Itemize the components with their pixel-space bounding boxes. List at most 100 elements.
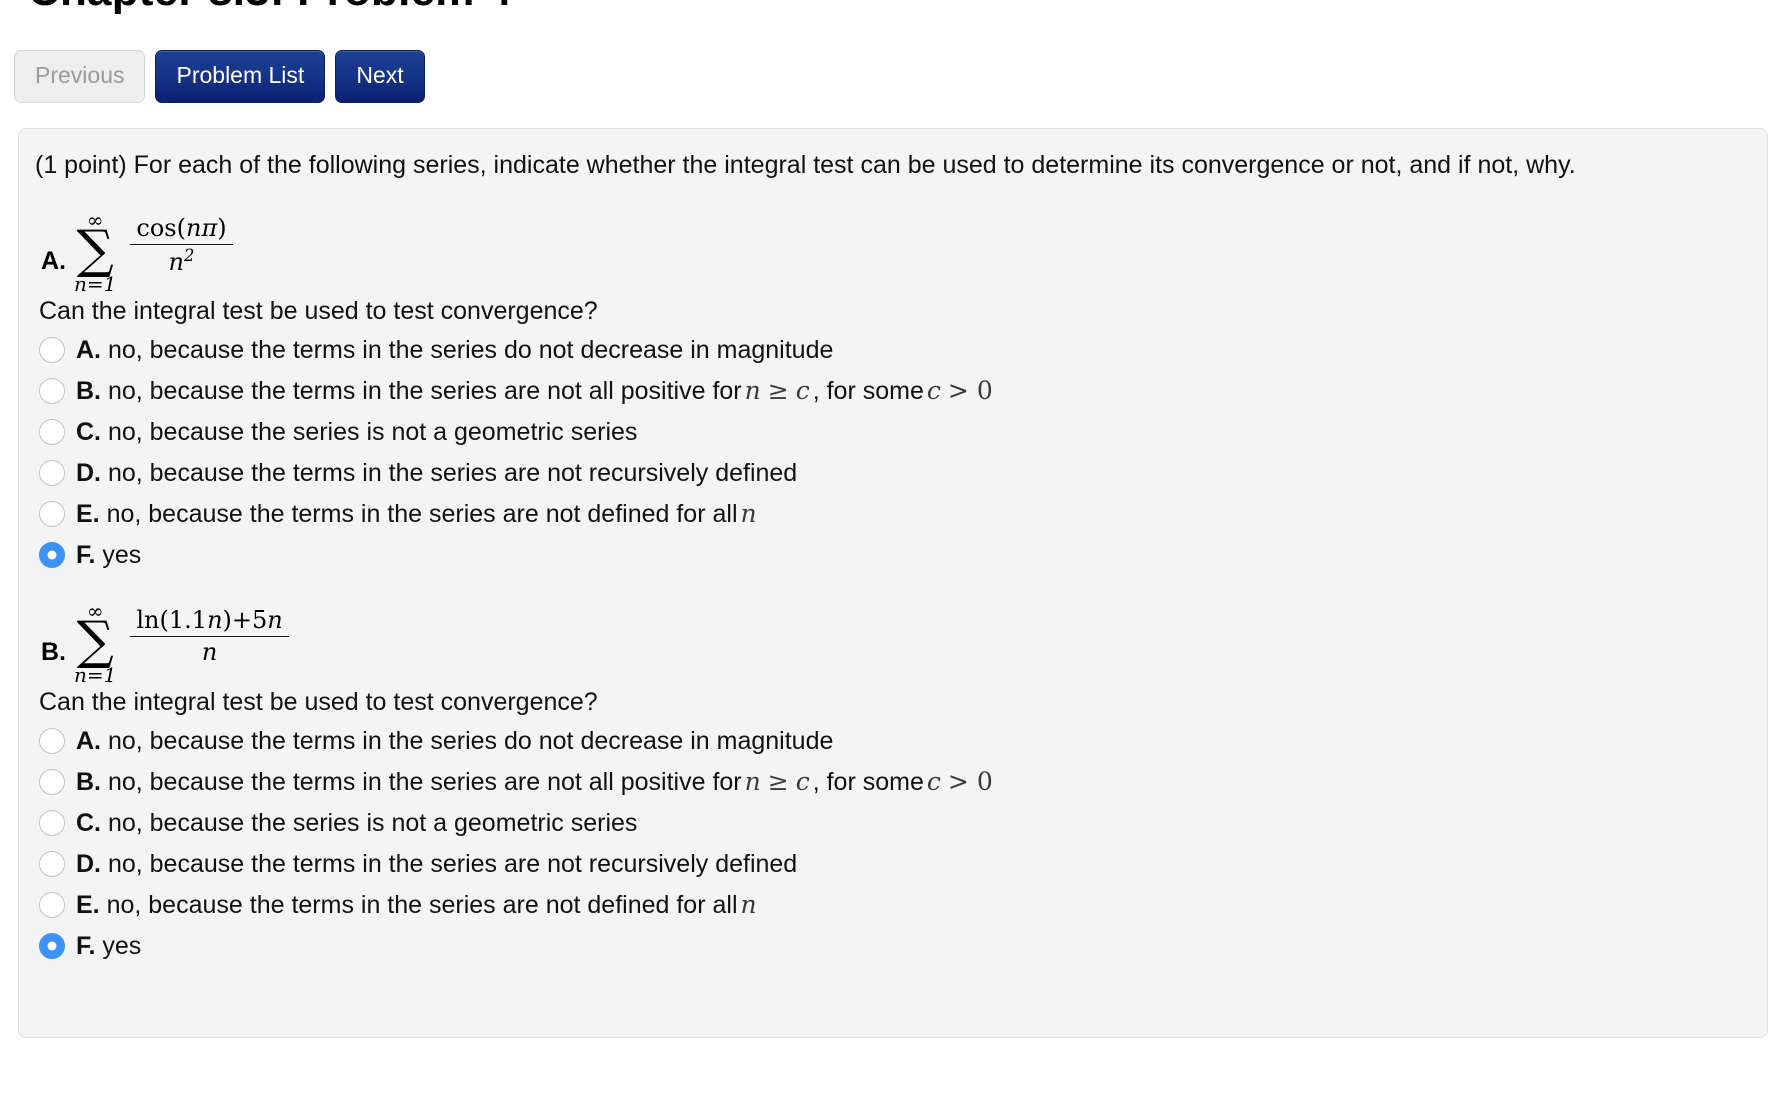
option-label-a-b: B. no, because the terms in the series a… xyxy=(76,376,997,406)
option-row-b-b[interactable]: B. no, because the terms in the series a… xyxy=(39,764,1741,801)
variable-n-a: n xyxy=(185,213,202,242)
option-row-b-a[interactable]: A. no, because the terms in the series d… xyxy=(39,723,1741,760)
paren-close-b: ) xyxy=(222,605,232,634)
option-label-a-d: D. no, because the terms in the series a… xyxy=(76,459,797,488)
inline-var-n-b-e: n xyxy=(740,890,757,920)
radio-b-e[interactable] xyxy=(39,892,65,919)
option-row-a-e[interactable]: E. no, because the terms in the series a… xyxy=(39,496,1741,533)
option-text-a-f: yes xyxy=(102,540,142,569)
problem-list-button[interactable]: Problem List xyxy=(155,50,326,103)
option-key-b-a: A. xyxy=(76,726,101,755)
radio-b-f[interactable] xyxy=(39,933,65,960)
inline-var-n-b-b: n xyxy=(744,767,761,797)
inline-mid-a-b: , for some xyxy=(812,377,924,406)
summation-symbol-b: ∞ ∑ n=1 xyxy=(74,601,116,685)
inline-var-n-a-e: n xyxy=(740,499,757,529)
option-key-b-d: D. xyxy=(76,849,101,878)
option-text-b-b: no, because the terms in the series are … xyxy=(107,768,742,797)
option-label-b-e: E. no, because the terms in the series a… xyxy=(76,890,760,920)
option-key-b-f: F. xyxy=(76,931,96,960)
option-text-a-a: no, because the terms in the series do n… xyxy=(107,335,834,364)
option-label-b-d: D. no, because the terms in the series a… xyxy=(76,850,797,879)
option-label-b-b: B. no, because the terms in the series a… xyxy=(76,767,997,797)
option-text-a-b: no, because the terms in the series are … xyxy=(107,377,742,406)
problem-part-a: A. ∞ ∑ n=1 cos(nπ) n2 Can the integral t… xyxy=(35,209,1741,574)
sum-lower-limit-b: n=1 xyxy=(74,662,117,687)
radio-a-b[interactable] xyxy=(39,378,65,405)
radio-a-e[interactable] xyxy=(39,501,65,528)
coefficient-b: 1.1 xyxy=(168,605,208,634)
option-row-b-e[interactable]: E. no, because the terms in the series a… xyxy=(39,887,1741,924)
option-row-a-b[interactable]: B. no, because the terms in the series a… xyxy=(39,373,1741,410)
option-row-b-c[interactable]: C. no, because the series is not a geome… xyxy=(39,805,1741,842)
radio-a-c[interactable] xyxy=(39,419,65,446)
question-text-a: Can the integral test be used to test co… xyxy=(39,296,598,325)
option-row-a-f[interactable]: F. yes xyxy=(39,537,1741,574)
inline-geq-b-b: ≥ xyxy=(767,767,789,797)
option-key-b-b: B. xyxy=(76,768,101,797)
radio-b-a[interactable] xyxy=(39,728,65,755)
option-key-a-e: E. xyxy=(76,500,100,529)
option-row-b-f[interactable]: F. yes xyxy=(39,928,1741,965)
option-text-b-a: no, because the terms in the series do n… xyxy=(107,726,834,755)
option-key-b-c: C. xyxy=(76,808,101,837)
inline-var-c2-b-b: c xyxy=(926,767,941,797)
sigma-glyph-b: ∑ xyxy=(76,610,114,671)
inline-mid-b-b: , for some xyxy=(812,768,924,797)
option-label-b-a: A. no, because the terms in the series d… xyxy=(76,727,833,756)
option-text-b-e: no, because the terms in the series are … xyxy=(106,891,738,920)
radio-a-a[interactable] xyxy=(39,337,65,364)
problem-part-b: B. ∞ ∑ n=1 ln(1.1n)+5n n Can the integra… xyxy=(35,600,1741,965)
option-row-a-d[interactable]: D. no, because the terms in the series a… xyxy=(39,455,1741,492)
fraction-b: ln(1.1n)+5n n xyxy=(130,605,289,667)
question-text-b: Can the integral test be used to test co… xyxy=(39,687,598,716)
radio-a-f[interactable] xyxy=(39,542,65,569)
inline-geq-a-b: ≥ xyxy=(767,376,789,406)
option-text-b-f: yes xyxy=(102,931,142,960)
inline-gt-b-b: > xyxy=(947,767,969,797)
option-label-a-f: F. yes xyxy=(76,541,141,570)
fraction-denominator-b: n xyxy=(130,636,289,667)
series-expression-a: A. ∞ ∑ n=1 cos(nπ) n2 xyxy=(41,209,1741,295)
problem-navigation: Previous Problem List Next xyxy=(14,50,425,103)
option-text-a-c: no, because the series is not a geometri… xyxy=(107,417,638,446)
option-label-a-c: C. no, because the series is not a geome… xyxy=(76,418,637,447)
cos-function-name: cos xyxy=(136,213,177,242)
previous-button[interactable]: Previous xyxy=(14,50,146,103)
next-button[interactable]: Next xyxy=(335,50,425,103)
option-key-a-b: B. xyxy=(76,377,101,406)
problem-prompt: (1 point) For each of the following seri… xyxy=(35,151,1576,179)
option-text-a-d: no, because the terms in the series are … xyxy=(107,458,798,487)
inline-zero-b-b: 0 xyxy=(976,767,993,797)
option-row-a-c[interactable]: C. no, because the series is not a geome… xyxy=(39,414,1741,451)
option-key-a-f: F. xyxy=(76,540,96,569)
option-key-a-a: A. xyxy=(76,335,101,364)
paren-open-b: ( xyxy=(159,605,169,634)
ln-function-name: ln xyxy=(136,605,160,634)
inline-var-c2-a-b: c xyxy=(926,376,941,406)
pi-symbol-a: π xyxy=(201,213,218,242)
radio-b-d[interactable] xyxy=(39,851,65,878)
denominator-exponent-a: 2 xyxy=(184,246,195,266)
option-row-b-d[interactable]: D. no, because the terms in the series a… xyxy=(39,846,1741,883)
option-row-a-a[interactable]: A. no, because the terms in the series d… xyxy=(39,332,1741,369)
fraction-denominator-a: n2 xyxy=(130,244,233,277)
inline-gt-a-b: > xyxy=(947,376,969,406)
option-key-a-c: C. xyxy=(76,417,101,446)
sum-lower-limit-a: n=1 xyxy=(74,271,117,296)
inline-var-c-a-b: c xyxy=(795,376,810,406)
part-letter-a: A. xyxy=(41,247,66,276)
paren-close-a: ) xyxy=(217,213,227,242)
radio-a-d[interactable] xyxy=(39,460,65,487)
denominator-variable-b: n xyxy=(201,638,218,667)
option-label-b-c: C. no, because the series is not a geome… xyxy=(76,809,637,838)
radio-b-c[interactable] xyxy=(39,810,65,837)
option-label-a-e: E. no, because the terms in the series a… xyxy=(76,499,760,529)
option-text-a-e: no, because the terms in the series are … xyxy=(106,500,738,529)
radio-b-b[interactable] xyxy=(39,769,65,796)
option-text-b-c: no, because the series is not a geometri… xyxy=(107,808,638,837)
series-expression-b: B. ∞ ∑ n=1 ln(1.1n)+5n n xyxy=(41,600,1741,686)
page-title: Chapter 8.3: Problem 4 xyxy=(28,0,512,16)
sigma-glyph-a: ∑ xyxy=(76,219,114,280)
option-label-a-a: A. no, because the terms in the series d… xyxy=(76,336,833,365)
